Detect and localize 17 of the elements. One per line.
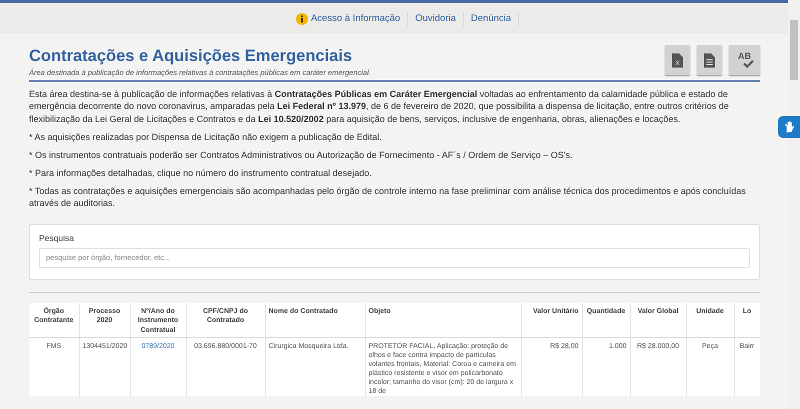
accessibility-button[interactable]: [778, 116, 800, 138]
document-button[interactable]: [697, 45, 722, 75]
intro-paragraph: Esta área destina-se à publicação de informações relativas à Contratações Públicas em Caráter Emergencial voltadas ao enfrentamento da calamidade pública e estado de emergência decorrente do novo coronavirus, amparadas pela Lei Federal nº 13.979, de 6 de fevereiro de 2020, que possibilita a dispensa de licitação, entre outros critérios de flexibilização da Lei Geral de Licitações e Contratos e da Lei 10.520/2002 para aquisição de bens, serviços, inclusive de engenharia, obras, alienações e locações.: [29, 88, 730, 126]
info-icon: [296, 12, 308, 24]
spellcheck-button[interactable]: AB: [729, 45, 760, 75]
hand-icon: [782, 120, 796, 134]
page-title: Contratações e Aquisições Emergenciais: [29, 47, 354, 66]
search-label: Pesquisa: [39, 232, 75, 243]
note-text: * Os instrumentos contratuais poderão ser Contratos Administrativos ou Autorização de Fornecimento - AF´s / Ordem de Serviço – OS's.: [29, 149, 574, 162]
nav-link[interactable]: Ouvidoria: [408, 12, 464, 26]
nav-link[interactable]: Acesso à Informação: [288, 12, 408, 26]
note-text: * Para informações detalhadas, clique no número do instrumento contratual desejado.: [29, 167, 373, 180]
checkmark-icon: [743, 60, 754, 68]
nav-link[interactable]: Denúncia: [464, 12, 520, 26]
note-text: * As aquisições realizadas por Dispensa de Licitação não exigem a publicação de Edital.: [29, 131, 383, 144]
note-text: * Todas as contratações e aquisições emergenciais são acompanhadas pelo órgão de controle interno na fase preliminar com análise técnica dos procedimentos e após concluídas através de auditorias.: [29, 184, 747, 210]
document-icon: [704, 52, 715, 68]
